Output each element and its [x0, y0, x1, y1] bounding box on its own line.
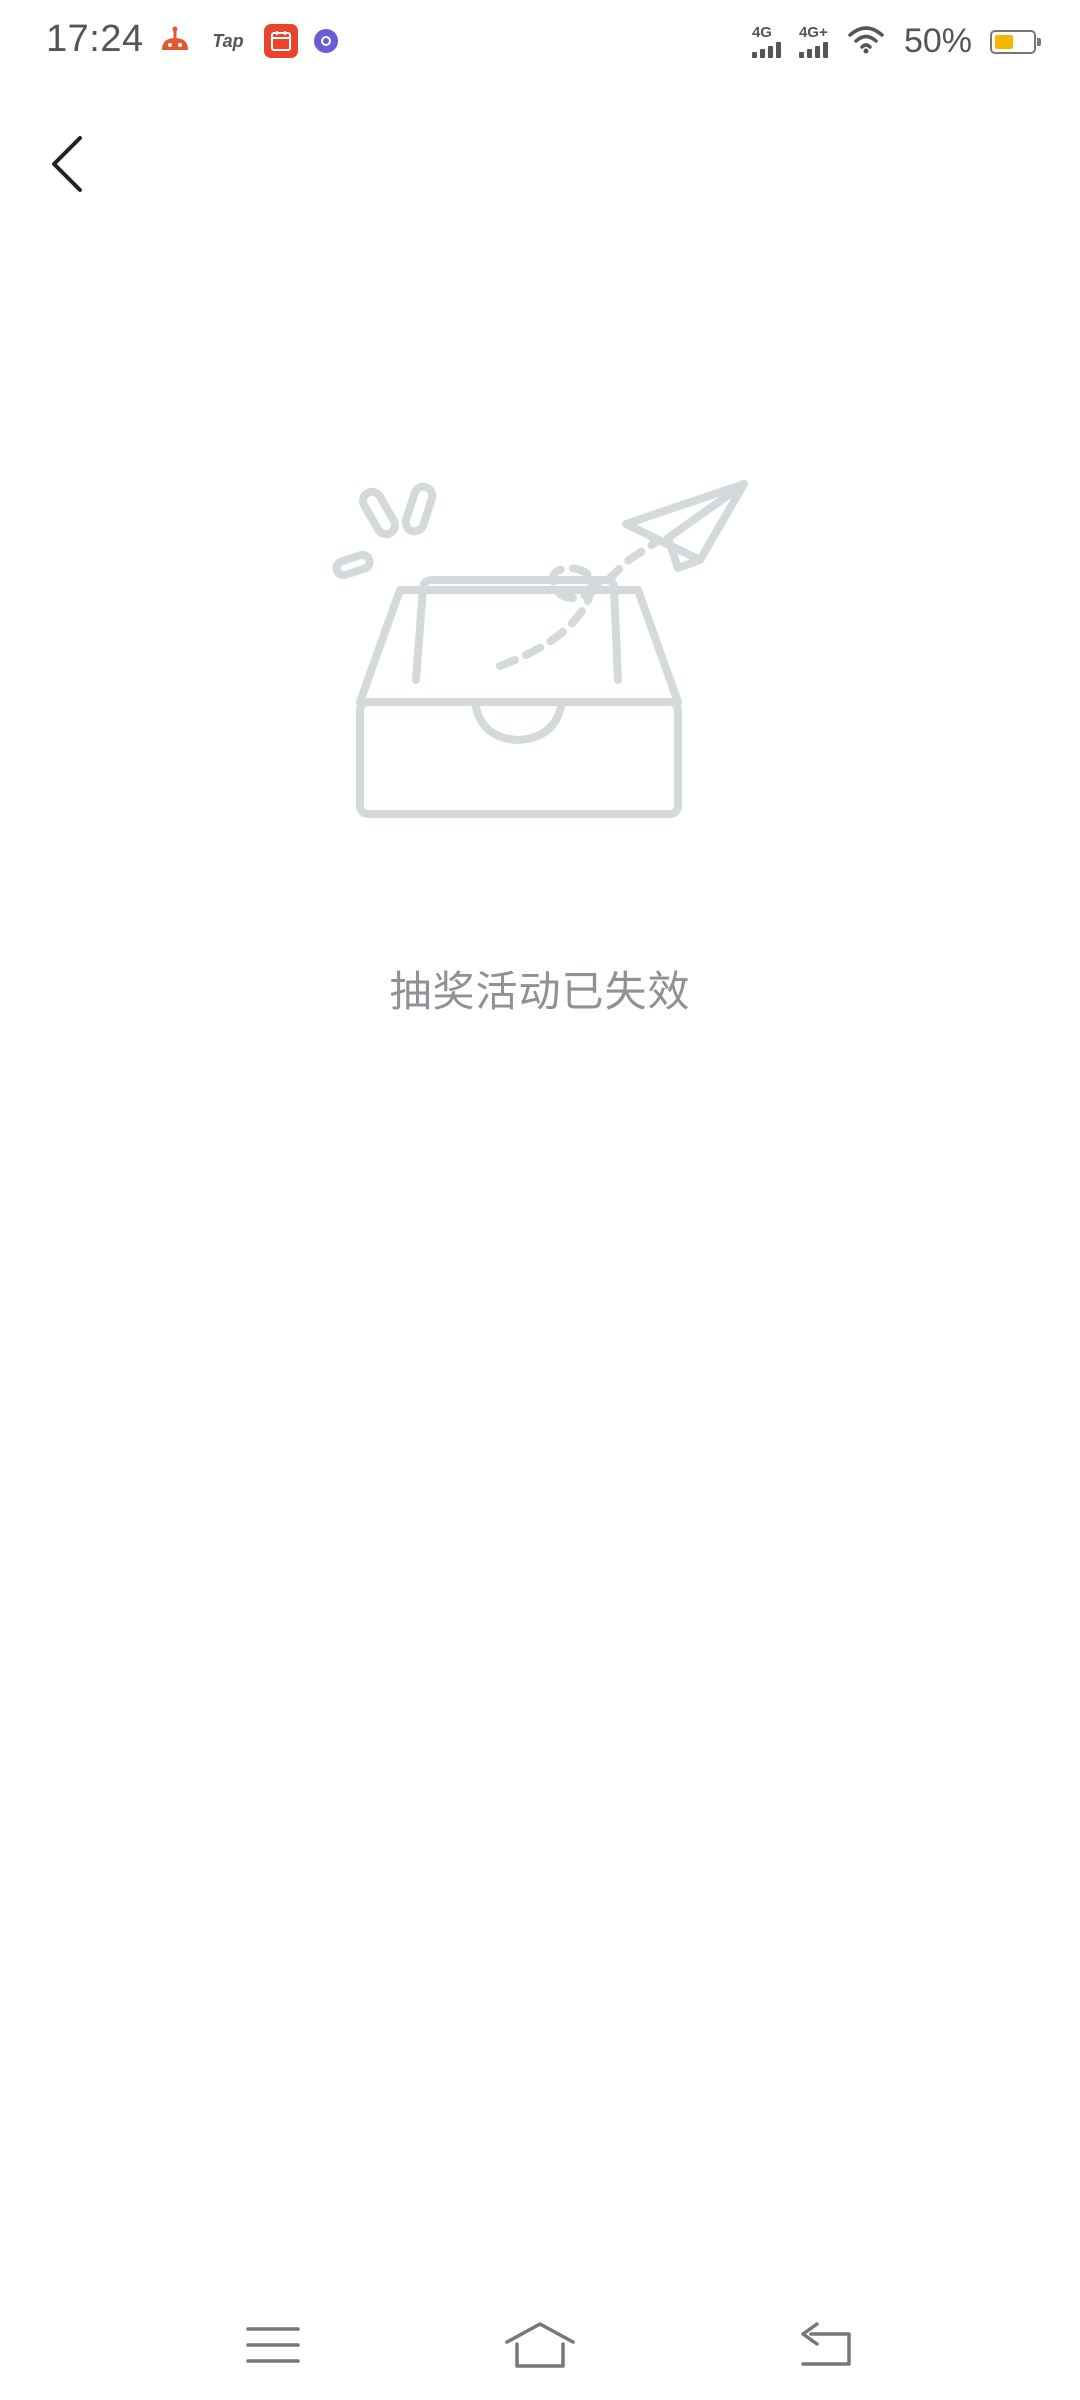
status-time: 17:24 [46, 18, 144, 60]
chevron-left-icon [52, 136, 82, 192]
empty-state-message: 抽奖活动已失效 [389, 968, 691, 1015]
return-arrow-icon [801, 2322, 851, 2366]
wifi-icon [846, 23, 886, 60]
badge-app-icon [314, 29, 338, 53]
system-back-button[interactable] [787, 2310, 867, 2380]
battery-fill [995, 34, 1013, 49]
empty-state-illustration [320, 470, 760, 830]
notification-icons: Tap [158, 24, 338, 58]
system-nav-bar [0, 2290, 1080, 2400]
status-bar: 17:24 Tap 4G 4G+ 50% [0, 0, 1080, 84]
back-button[interactable] [30, 122, 106, 206]
robot-app-icon [158, 24, 192, 58]
menu-lines-icon [246, 2327, 300, 2363]
signal-4g-label: 4G [751, 24, 772, 41]
tap-app-icon: Tap [212, 30, 244, 51]
signal-4g-icon: 4G [751, 24, 781, 58]
battery-percent: 50% [903, 22, 972, 60]
calendar-app-icon [264, 24, 298, 58]
signal-4g-plus-label: 4G+ [798, 24, 828, 41]
screen: 17:24 Tap 4G 4G+ 50% 抽奖活动已失效 [0, 0, 1080, 2400]
status-indicators: 4G 4G+ 50% [751, 22, 1041, 61]
home-icon [505, 2322, 575, 2368]
home-button[interactable] [500, 2310, 580, 2380]
battery-icon [990, 29, 1041, 54]
menu-button[interactable] [233, 2310, 313, 2380]
signal-4g-plus-icon: 4G+ [798, 24, 828, 58]
